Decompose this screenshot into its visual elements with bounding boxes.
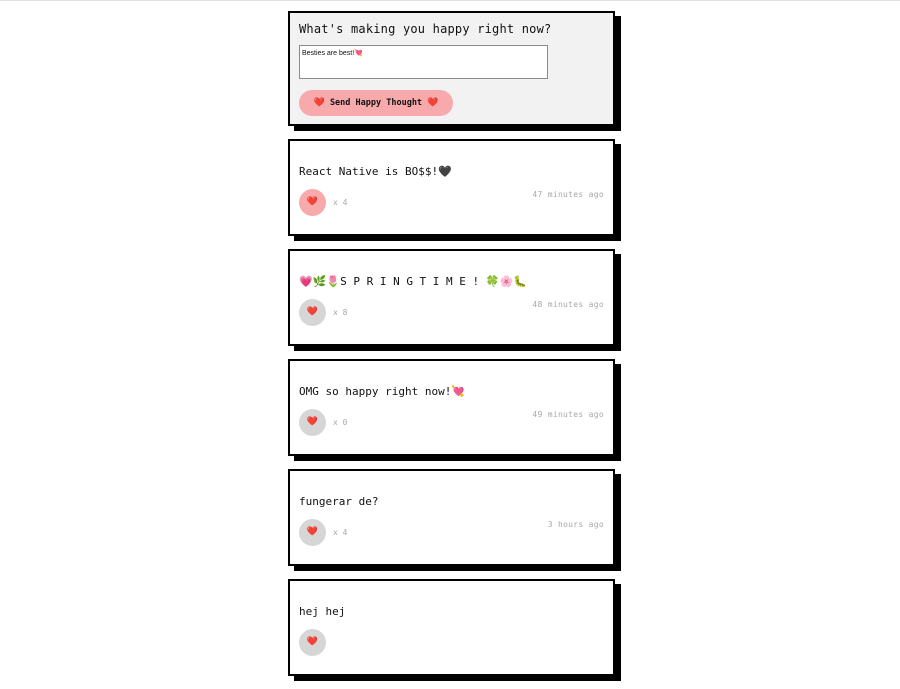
like-button[interactable]: ❤️ (299, 189, 326, 216)
heart-icon: ❤️ (306, 197, 319, 207)
like-button[interactable]: ❤️ (299, 409, 326, 436)
thought-card: 💗🌿🌷S P R I N G T I M E ! 🍀🌸🐛 ❤️ x 8 48 m… (288, 249, 615, 346)
thought-timestamp: 49 minutes ago (532, 410, 604, 419)
like-count: x 4 (333, 198, 348, 207)
heart-icon: ❤️ (306, 307, 319, 317)
feed-column: What's making you happy right now? ❤️ Se… (288, 11, 615, 689)
send-happy-thought-button[interactable]: ❤️ Send Happy Thought ❤️ (299, 90, 453, 116)
thought-card: OMG so happy right now!💘 ❤️ x 0 49 minut… (288, 359, 615, 456)
send-button-label: Send Happy Thought (329, 98, 423, 108)
like-count: x 0 (333, 418, 348, 427)
thought-card: React Native is BO$$!🖤 ❤️ x 4 47 minutes… (288, 139, 615, 236)
thought-message: OMG so happy right now!💘 (299, 385, 466, 398)
thought-card: fungerar de? ❤️ x 4 3 hours ago (288, 469, 615, 566)
thought-timestamp: 48 minutes ago (532, 300, 604, 309)
thought-input[interactable] (299, 45, 548, 79)
like-button[interactable]: ❤️ (299, 299, 326, 326)
like-count: x 8 (333, 308, 348, 317)
thought-card: hej hej ❤️ (288, 579, 615, 676)
thought-timestamp: 3 hours ago (547, 520, 604, 529)
heart-icon: ❤️ (427, 97, 439, 108)
heart-icon: ❤️ (306, 527, 319, 537)
top-divider (0, 0, 900, 1)
like-button[interactable]: ❤️ (299, 519, 326, 546)
thought-timestamp: 47 minutes ago (532, 190, 604, 199)
happy-thought-form: What's making you happy right now? ❤️ Se… (288, 11, 615, 126)
like-button[interactable]: ❤️ (299, 629, 326, 656)
like-count: x 4 (333, 528, 348, 537)
heart-icon: ❤️ (313, 97, 325, 108)
thought-message: 💗🌿🌷S P R I N G T I M E ! 🍀🌸🐛 (299, 275, 527, 288)
thought-message: React Native is BO$$!🖤 (299, 165, 452, 178)
heart-icon: ❤️ (306, 637, 319, 647)
heart-icon: ❤️ (306, 417, 319, 427)
thought-message: fungerar de? (299, 495, 379, 508)
form-title: What's making you happy right now? (299, 22, 552, 36)
